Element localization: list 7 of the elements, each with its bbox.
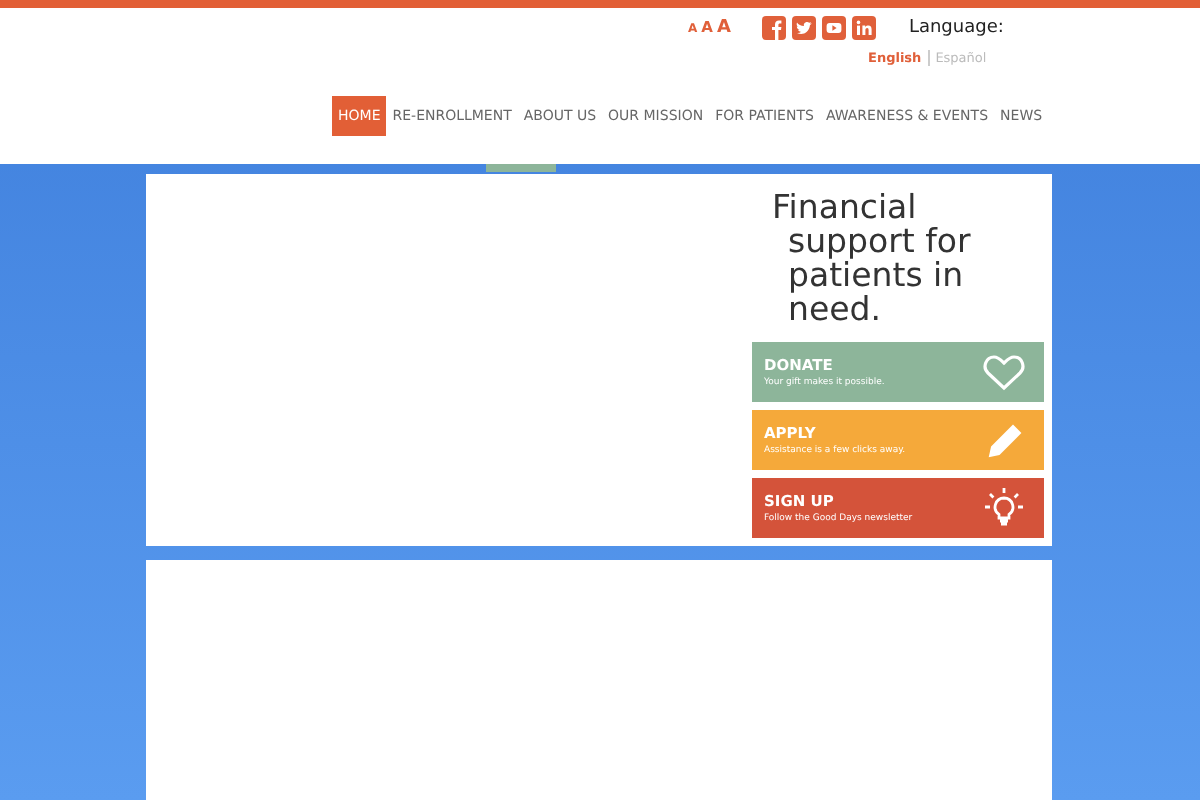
youtube-icon[interactable] bbox=[822, 16, 847, 40]
twitter-icon[interactable] bbox=[792, 16, 817, 40]
headline: Financial support for patients in need. bbox=[772, 190, 973, 326]
facebook-icon[interactable] bbox=[762, 16, 787, 40]
linkedin-icon[interactable] bbox=[852, 16, 877, 40]
font-size-button[interactable]: A bbox=[716, 18, 731, 38]
language-label: Language: bbox=[908, 18, 1004, 38]
